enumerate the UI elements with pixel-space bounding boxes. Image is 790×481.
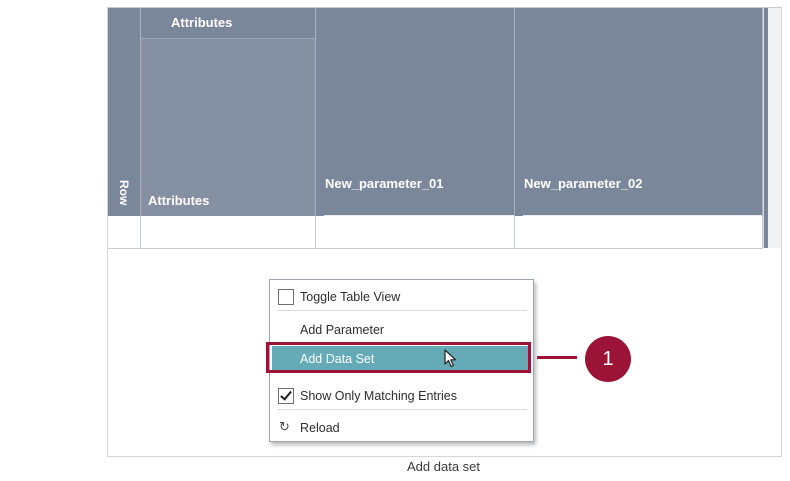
vertical-scrollbar[interactable] <box>763 8 781 248</box>
menu-separator <box>277 409 527 410</box>
parameter-cell[interactable] <box>316 216 515 248</box>
menu-item-toggle-table-view[interactable]: Toggle Table View <box>270 281 533 311</box>
menu-item-label: Show Only Matching Entries <box>300 389 458 403</box>
attributes-group-header[interactable]: Attributes <box>141 8 316 39</box>
callout-badge: 1 <box>585 336 631 382</box>
checkbox-checked-icon[interactable] <box>278 388 294 404</box>
parameter-cell[interactable] <box>515 216 763 248</box>
checkbox-unchecked-icon[interactable] <box>278 289 294 305</box>
highlight-frame <box>266 342 531 373</box>
row-header-label: Row <box>117 180 131 206</box>
row-cell[interactable] <box>108 216 141 248</box>
attributes-column-label: Attributes <box>148 193 210 208</box>
menu-separator <box>277 310 527 311</box>
menu-item-label: Toggle Table View <box>300 290 401 304</box>
attributes-cell[interactable] <box>141 216 316 248</box>
reload-icon: ↻ <box>279 419 290 434</box>
parameter-column-header-1[interactable]: New_parameter_01 <box>316 8 515 216</box>
parameter-column-header-2[interactable]: New_parameter_02 <box>515 8 763 216</box>
attributes-column-header[interactable]: Attributes <box>141 39 316 216</box>
figure-caption: Add data set <box>407 459 480 474</box>
mouse-cursor-icon <box>444 349 457 368</box>
attributes-group-label: Attributes <box>171 15 233 30</box>
table-row[interactable] <box>108 216 763 249</box>
menu-item-show-only-matching[interactable]: Show Only Matching Entries <box>270 380 533 410</box>
callout-line <box>537 356 577 359</box>
menu-item-add-parameter[interactable]: Add Parameter <box>270 314 533 344</box>
menu-item-label: Reload <box>300 421 340 435</box>
parameter-label: New_parameter_01 <box>325 176 444 191</box>
menu-item-label: Add Parameter <box>300 323 385 337</box>
row-column-header[interactable]: Row <box>108 8 141 216</box>
menu-item-reload[interactable]: ↻ Reload <box>270 412 533 442</box>
parameter-label: New_parameter_02 <box>524 176 643 191</box>
